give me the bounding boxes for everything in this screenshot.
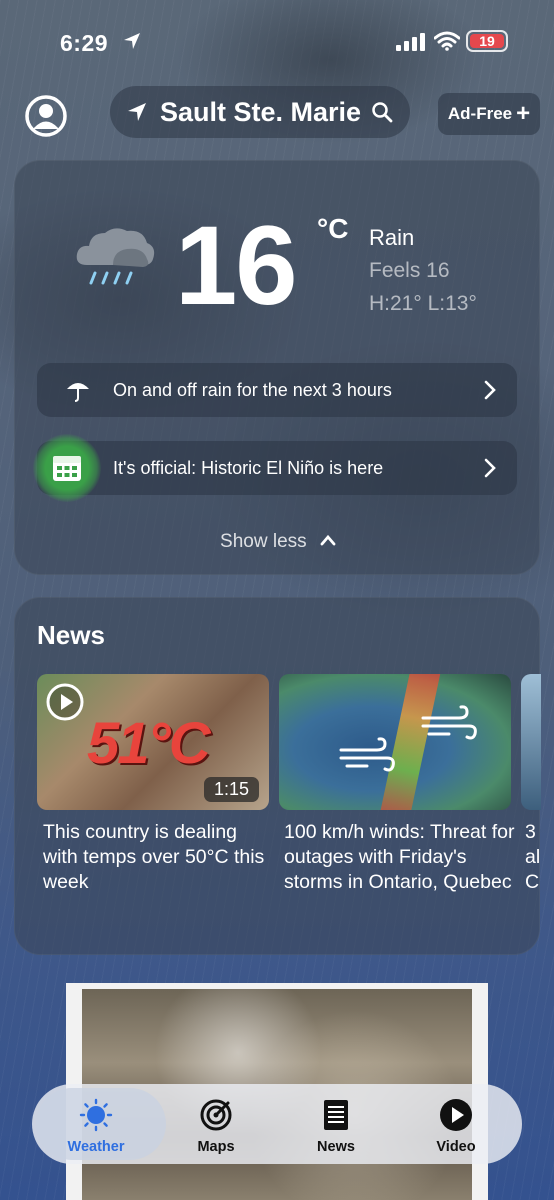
cellular-signal-icon (396, 33, 425, 51)
chevron-up-icon (320, 534, 336, 546)
news-thumbnail-map[interactable] (279, 674, 511, 810)
play-circle-icon (440, 1099, 472, 1131)
location-selector[interactable]: Sault Ste. Marie (110, 86, 410, 138)
feels-like: Feels 16 (369, 259, 450, 282)
news-card: News 51°C 1:15 This country is dealing w… (14, 597, 543, 955)
calendar-badge (33, 434, 101, 502)
el-nino-story-alert[interactable]: It's official: Historic El Niño is here (33, 434, 517, 502)
weather-condition: Rain (369, 225, 415, 250)
tab-news[interactable]: News (276, 1084, 396, 1164)
current-temperature: 16 (175, 203, 298, 328)
temperature-unit[interactable]: °C (317, 213, 348, 245)
umbrella-icon (67, 383, 89, 402)
tab-video[interactable]: Video (396, 1084, 516, 1164)
show-less-label: Show less (220, 531, 307, 552)
current-weather-card: 16 °C Rain Feels 16 H:21° L:13° On and o… (14, 160, 540, 575)
high-low: H:21° L:13° (369, 292, 477, 315)
navigation-arrow-icon (128, 103, 146, 121)
battery-icon: 19 (466, 30, 508, 52)
wind-icon (421, 705, 477, 740)
wifi-icon (434, 31, 460, 51)
ad-free-label: Ad-Free (447, 104, 513, 123)
tab-label: News (317, 1139, 355, 1155)
status-bar: 6:29 19 (0, 0, 554, 84)
news-thumbnail-video[interactable]: 51°C 1:15 (37, 674, 269, 810)
bottom-tab-bar: Weather Maps News Video (32, 1084, 522, 1164)
tab-label: Video (436, 1139, 476, 1155)
calendar-icon (53, 456, 81, 481)
show-less-button[interactable]: Show less (15, 531, 541, 553)
news-headline[interactable]: 100 km/h winds: Threat for outages with … (284, 820, 516, 895)
radar-icon (200, 1099, 232, 1131)
play-icon (46, 683, 84, 721)
location-services-icon (124, 33, 140, 49)
tab-label: Maps (197, 1139, 235, 1155)
tab-weather[interactable]: Weather (36, 1084, 166, 1164)
news-thumbnail-partial[interactable] (521, 674, 541, 810)
chevron-right-icon (484, 458, 496, 478)
tab-maps[interactable]: Maps (156, 1084, 276, 1164)
alert-text: On and off rain for the next 3 hours (113, 380, 392, 400)
battery-level: 19 (470, 34, 504, 48)
news-section-title: News (37, 620, 105, 650)
status-time: 6:29 (60, 30, 109, 56)
tab-label: Weather (67, 1139, 125, 1155)
alert-text: It's official: Historic El Niño is here (113, 458, 384, 478)
city-name: Sault Ste. Marie (160, 96, 362, 127)
thumbnail-overlay-text: 51°C (87, 711, 211, 776)
search-icon[interactable] (371, 101, 393, 123)
newspaper-icon (324, 1100, 348, 1130)
plus-icon: + (516, 100, 531, 127)
video-duration: 1:15 (203, 777, 259, 802)
profile-icon[interactable] (24, 94, 68, 138)
sun-icon (79, 1098, 113, 1132)
rain-cloud-icon (76, 228, 155, 285)
ad-free-button[interactable]: Ad-Free + (438, 93, 540, 135)
rain-forecast-alert[interactable]: On and off rain for the next 3 hours (37, 363, 517, 417)
wind-icon (339, 737, 395, 772)
news-headline[interactable]: This country is dealing with temps over … (43, 820, 275, 895)
chevron-right-icon (484, 380, 496, 400)
news-headline[interactable]: 3 al C (525, 820, 543, 895)
